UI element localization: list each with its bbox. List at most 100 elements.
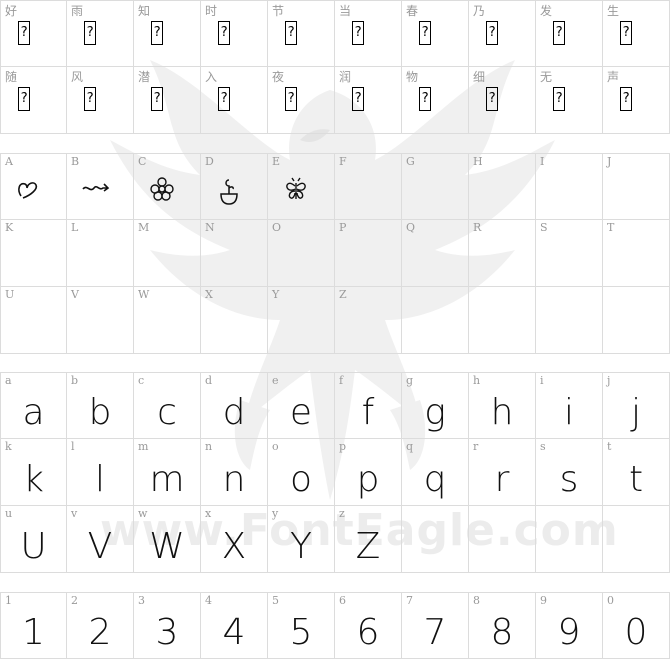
glyph-label: 0 — [607, 594, 614, 607]
glyph-cell: 润? — [335, 67, 402, 134]
glyph-cell — [469, 506, 536, 573]
glyph-cell: rr — [469, 439, 536, 506]
glyph-cell: xX — [201, 506, 268, 573]
glyph-cell — [402, 287, 469, 354]
glyph-cell: ff — [335, 372, 402, 439]
glyph-label: l — [71, 440, 75, 453]
missing-glyph-box: ? — [419, 87, 431, 111]
glyph-label: 当 — [339, 4, 352, 18]
glyph-label: w — [138, 507, 148, 520]
glyph-cell: yY — [268, 506, 335, 573]
glyph-cell: 时? — [201, 0, 268, 67]
glyph-cell: 夜? — [268, 67, 335, 134]
missing-glyph-box: ? — [486, 87, 498, 111]
glyph-cell: S — [536, 220, 603, 287]
glyph-label: u — [5, 507, 13, 520]
glyph-sample: t — [628, 458, 644, 500]
glyph-cell: H — [469, 153, 536, 220]
glyph-sample: d — [222, 392, 246, 433]
glyph-label: 时 — [205, 4, 218, 18]
glyph-cell: X — [201, 287, 268, 354]
glyph-label: 2 — [71, 594, 78, 607]
glyph-label: x — [205, 507, 212, 520]
glyph-label: F — [339, 155, 347, 168]
glyph-label: 细 — [473, 70, 486, 84]
glyph-sample: 5 — [289, 612, 313, 653]
glyph-cell: 潜? — [134, 67, 201, 134]
glyph-label: X — [205, 288, 213, 301]
glyph-label: j — [607, 374, 611, 387]
glyph-label: c — [138, 374, 145, 387]
glyph-cell: K — [0, 220, 67, 287]
glyph-label: K — [5, 221, 14, 234]
glyph-sample: e — [289, 392, 313, 433]
glyph-cell: F — [335, 153, 402, 220]
glyph-cell: G — [402, 153, 469, 220]
glyph-cell: 声? — [603, 67, 670, 134]
glyph-label: i — [540, 374, 544, 387]
missing-glyph-box: ? — [151, 87, 163, 111]
glyph-label: 声 — [607, 70, 620, 84]
glyph-sample: 2 — [88, 612, 112, 653]
glyph-label: 润 — [339, 70, 352, 84]
sprout-pot-icon — [215, 176, 243, 210]
glyph-label: 9 — [540, 594, 547, 607]
glyph-label: U — [5, 288, 15, 301]
glyph-label: 无 — [540, 70, 553, 84]
glyph-label: k — [5, 440, 12, 453]
glyph-cell: T — [603, 220, 670, 287]
glyph-cell: 无? — [536, 67, 603, 134]
glyph-label: f — [339, 374, 344, 387]
glyph-cell: 33 — [134, 592, 201, 659]
glyph-label: a — [5, 374, 12, 387]
glyph-label: h — [473, 374, 481, 387]
missing-glyph-box: ? — [352, 21, 364, 45]
glyph-cell: ll — [67, 439, 134, 506]
glyph-sample — [469, 520, 535, 572]
glyph-sample: f — [361, 392, 375, 433]
glyph-label: 潜 — [138, 70, 151, 84]
glyph-cell: 细? — [469, 67, 536, 134]
glyph-cell: wW — [134, 506, 201, 573]
glyph-label: n — [205, 440, 213, 453]
glyph-label: r — [473, 440, 479, 453]
glyph-cell: 当? — [335, 0, 402, 67]
glyph-label: 随 — [5, 70, 18, 84]
glyph-cell: U — [0, 287, 67, 354]
glyph-label: O — [272, 221, 282, 234]
missing-glyph-box: ? — [620, 87, 632, 111]
missing-glyph-box: ? — [419, 21, 431, 45]
glyph-cell — [536, 287, 603, 354]
glyph-sample: p — [356, 458, 380, 500]
glyph-cell: dd — [201, 372, 268, 439]
glyph-cell: E — [268, 153, 335, 220]
glyph-cell: uU — [0, 506, 67, 573]
glyph-cell: 44 — [201, 592, 268, 659]
glyph-sample: 3 — [155, 612, 179, 653]
glyph-cell: gg — [402, 372, 469, 439]
glyph-cell: Y — [268, 287, 335, 354]
glyph-sample: g — [424, 392, 446, 433]
glyph-label: 知 — [138, 4, 151, 18]
glyph-cell: N — [201, 220, 268, 287]
glyph-sample: h — [490, 392, 514, 433]
glyph-cell: O — [268, 220, 335, 287]
glyph-sample: V — [87, 525, 113, 567]
missing-glyph-box: ? — [553, 87, 565, 111]
glyph-cell: W — [134, 287, 201, 354]
glyph-cell — [603, 506, 670, 573]
glyph-label: B — [71, 155, 80, 168]
glyph-cell: I — [536, 153, 603, 220]
glyph-cell: pp — [335, 439, 402, 506]
glyph-cell: 入? — [201, 67, 268, 134]
glyph-label: b — [71, 374, 79, 387]
glyph-cell: vV — [67, 506, 134, 573]
glyph-label: 乃 — [473, 4, 486, 18]
glyph-sample: r — [494, 458, 510, 500]
glyph-cell: 知? — [134, 0, 201, 67]
glyph-cell: D — [201, 153, 268, 220]
glyph-cell: oo — [268, 439, 335, 506]
glyph-label: A — [5, 155, 13, 168]
glyph-cell: 55 — [268, 592, 335, 659]
glyph-label: L — [71, 221, 79, 234]
